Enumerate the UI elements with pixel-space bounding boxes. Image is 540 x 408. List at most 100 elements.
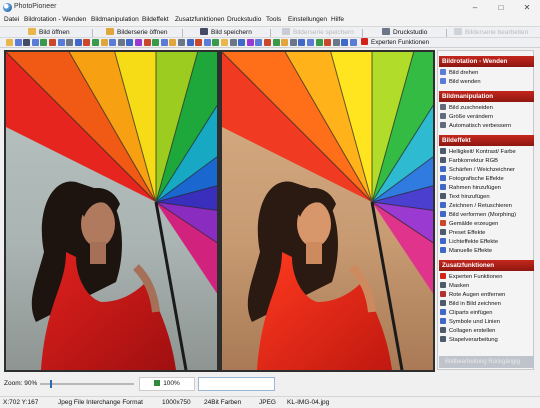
zoom-slider[interactable] xyxy=(40,380,134,388)
tool-icon[interactable] xyxy=(221,39,228,46)
panel-item-draw[interactable]: Zeichnen / Retuschieren xyxy=(440,202,533,211)
tool-icon[interactable] xyxy=(66,39,74,46)
panel-item-sharpen[interactable]: Schärfen / Weichzeichner xyxy=(440,166,533,175)
tool-icon[interactable] xyxy=(212,39,220,46)
panel-item-morph[interactable]: Bild verformen (Morphing) xyxy=(440,211,533,220)
tool-icon[interactable] xyxy=(143,39,151,46)
print-studio-button[interactable]: Druckstudio xyxy=(382,28,427,38)
panel-item-symbols[interactable]: Symbole und Linien xyxy=(440,318,533,327)
tool-icon[interactable] xyxy=(178,39,185,46)
tool-icon[interactable] xyxy=(246,39,254,46)
tool-icon[interactable] xyxy=(264,39,271,46)
tool-icon[interactable] xyxy=(272,39,280,46)
tool-icon[interactable] xyxy=(298,39,306,46)
panel-item-collage[interactable]: Collagen erstellen xyxy=(440,327,533,336)
menu-tools[interactable]: Tools xyxy=(266,16,281,23)
tool-icon[interactable] xyxy=(324,39,332,46)
expert-functions-button[interactable]: Experten Funktionen xyxy=(361,38,429,48)
tool-icon[interactable] xyxy=(203,39,211,46)
menu-zusatzfunktionen[interactable]: Zusatzfunktionen xyxy=(175,16,225,23)
panel-item-frame[interactable]: Rahmen hinzufügen xyxy=(440,184,533,193)
tool-icon[interactable] xyxy=(23,39,31,46)
tool-icon[interactable] xyxy=(74,39,82,46)
menu-datei[interactable]: Datei xyxy=(4,16,19,23)
zoom-input[interactable] xyxy=(198,377,275,391)
tool-icon[interactable] xyxy=(152,39,160,46)
menu-hilfe[interactable]: Hilfe xyxy=(331,16,344,23)
panel-item-crop[interactable]: Bild zuschneiden xyxy=(440,104,533,113)
presets-icon xyxy=(440,229,446,235)
tool-icon[interactable] xyxy=(160,39,168,46)
panel-item-picture-in-picture[interactable]: Bild in Bild zeichnen xyxy=(440,300,533,309)
panel-item-manual-effects[interactable]: Manuelle Effekte xyxy=(440,247,533,256)
open-series-button[interactable]: Bilderserie öffnen xyxy=(106,28,167,38)
brightness-icon xyxy=(440,148,446,154)
tool-icon[interactable] xyxy=(315,39,323,46)
panel-item-text[interactable]: Text hinzufügen xyxy=(440,193,533,202)
tool-icon[interactable] xyxy=(238,39,246,46)
tool-icon[interactable] xyxy=(117,39,125,46)
panel-item-masks[interactable]: Masken xyxy=(440,282,533,291)
close-button[interactable]: ✕ xyxy=(516,1,538,14)
edited-image xyxy=(222,52,433,370)
panel-item-rgb[interactable]: Farbkorrektur RGB xyxy=(440,157,533,166)
tool-icon[interactable] xyxy=(49,39,56,46)
series-processing-button[interactable]: Bilderserie bearbeiten xyxy=(454,28,528,38)
printer-icon xyxy=(382,28,390,35)
menu-bar: Datei Bildrotation - Wenden Bildmanipula… xyxy=(0,15,540,26)
image-canvas[interactable] xyxy=(4,50,435,372)
sharpen-icon xyxy=(440,166,446,172)
panel-item-rotate[interactable]: Bild drehen xyxy=(440,69,533,78)
status-dimensions: 1000x750 xyxy=(162,399,191,406)
tool-icon[interactable] xyxy=(195,39,203,46)
save-series-button[interactable]: Bilderserie speichern xyxy=(282,28,354,38)
panel-item-auto-enhance[interactable]: Automatisch verbessern xyxy=(440,122,533,131)
save-image-button[interactable]: Bild speichern xyxy=(200,28,252,38)
tool-icon[interactable] xyxy=(83,39,91,46)
minimize-button[interactable]: – xyxy=(464,1,486,14)
panel-item-light-effects[interactable]: Lichteffekte Effekte xyxy=(440,238,533,247)
tool-icon[interactable] xyxy=(31,39,39,46)
maximize-button[interactable]: □ xyxy=(490,1,512,14)
panel-item-photo-effects[interactable]: Fotografische Effekte xyxy=(440,175,533,184)
panel-item-resize[interactable]: Größe verändern xyxy=(440,113,533,122)
tool-icon[interactable] xyxy=(92,39,99,46)
tool-icon[interactable] xyxy=(169,39,177,46)
menu-einstellungen[interactable]: Einstellungen xyxy=(288,16,327,23)
expert-icon xyxy=(440,273,446,279)
tool-icon[interactable] xyxy=(332,39,340,46)
panel-item-presets[interactable]: Preset Effekte xyxy=(440,229,533,238)
panel-item-cliparts[interactable]: Cliparts einfügen xyxy=(440,309,533,318)
panel-item-flip[interactable]: Bild wenden xyxy=(440,78,533,87)
tool-icon[interactable] xyxy=(289,39,297,46)
zoom-100-button[interactable]: 100% xyxy=(139,377,195,391)
panel-item-batch[interactable]: Stapelverarbeitung xyxy=(440,336,533,345)
toolbar-separator xyxy=(182,29,183,37)
panel-item-painting[interactable]: Gemälde erzeugen xyxy=(440,220,533,229)
tool-icon[interactable] xyxy=(229,39,237,46)
menu-bildmanipulation[interactable]: Bildmanipulation xyxy=(91,16,139,23)
panel-item-red-eye[interactable]: Rote Augen entfernen xyxy=(440,291,533,300)
tool-icon[interactable] xyxy=(135,39,142,46)
menu-bildeffekt[interactable]: Bildeffekt xyxy=(142,16,169,23)
open-image-button[interactable]: Bild öffnen xyxy=(28,28,70,38)
panel-item-brightness[interactable]: Helligkeit/ Kontrast/ Farbe xyxy=(440,148,533,157)
tool-icon[interactable] xyxy=(57,39,65,46)
tool-icon[interactable] xyxy=(255,39,263,46)
tool-icon[interactable] xyxy=(109,39,117,46)
panel-item-expert[interactable]: Experten Funktionen xyxy=(440,273,533,282)
tool-icon[interactable] xyxy=(6,39,13,46)
menu-bildrotation[interactable]: Bildrotation - Wenden xyxy=(24,16,86,23)
menu-druckstudio[interactable]: Druckstudio xyxy=(227,16,261,23)
tool-icon[interactable] xyxy=(100,39,108,46)
tool-icon[interactable] xyxy=(14,39,22,46)
tool-icon[interactable] xyxy=(281,39,289,46)
tool-icon[interactable] xyxy=(341,39,349,46)
tool-icon[interactable] xyxy=(350,39,357,46)
tool-icon[interactable] xyxy=(307,39,314,46)
undo-button[interactable]: Bildbearbeitung Rückgängig xyxy=(439,356,534,368)
zoom-slider-thumb[interactable] xyxy=(50,380,52,388)
tool-icon[interactable] xyxy=(40,39,48,46)
tool-icon[interactable] xyxy=(126,39,134,46)
tool-icon[interactable] xyxy=(186,39,194,46)
